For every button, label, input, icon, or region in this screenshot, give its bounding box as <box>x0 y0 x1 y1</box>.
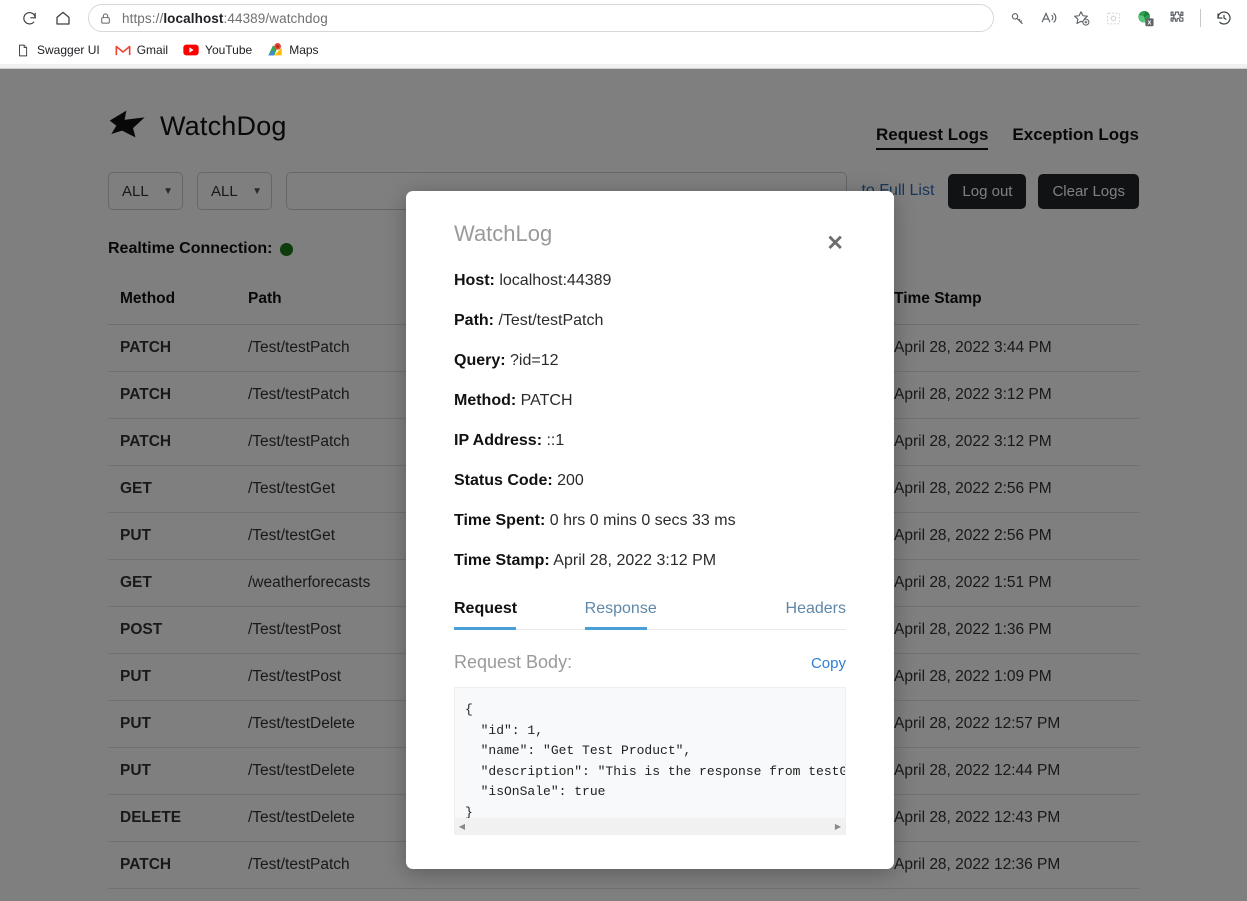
url-text: https://localhost:44389/watchdog <box>122 10 328 26</box>
maps-pin-icon <box>267 42 283 58</box>
modal-field-label: Time Stamp: <box>454 552 550 569</box>
bookmark-label: Maps <box>289 43 319 57</box>
copy-button[interactable]: Copy <box>811 655 846 672</box>
modal-title: WatchLog <box>454 221 553 246</box>
key-icon[interactable] <box>1002 4 1032 32</box>
modal-field-value: April 28, 2022 3:12 PM <box>549 552 717 569</box>
modal-field: Time Spent: 0 hrs 0 mins 0 secs 33 ms <box>454 512 846 530</box>
scroll-right-icon[interactable]: ▶ <box>831 822 845 831</box>
browser-chrome: https://localhost:44389/watchdog x Swagg… <box>0 0 1247 69</box>
modal-field: Status Code: 200 <box>454 472 846 490</box>
modal-field-value: ?id=12 <box>505 352 559 369</box>
request-body-label: Request Body: <box>454 652 573 672</box>
extension-globe-icon[interactable]: x <box>1130 4 1160 32</box>
split-screen-icon[interactable] <box>1098 4 1128 32</box>
request-body-row: Request Body: Copy <box>454 652 846 673</box>
bookmark-label: Gmail <box>136 43 169 57</box>
modal-field: Time Stamp: April 28, 2022 3:12 PM <box>454 552 846 570</box>
bookmarks-bar: Swagger UI Gmail YouTube Maps <box>0 36 1247 64</box>
toolbar-divider <box>1200 9 1201 27</box>
add-favorite-icon[interactable] <box>1066 4 1096 32</box>
modal-field-value: PATCH <box>516 392 573 409</box>
modal-field-label: Time Spent: <box>454 512 546 529</box>
read-aloud-icon[interactable] <box>1034 4 1064 32</box>
modal-field-label: IP Address: <box>454 432 543 449</box>
youtube-icon <box>183 42 199 58</box>
watchlog-detail-modal: WatchLog ✕ Host: localhost:44389 Path: /T… <box>406 191 894 869</box>
scrollbar-track[interactable] <box>469 819 831 833</box>
history-icon[interactable] <box>1209 4 1239 32</box>
document-icon <box>15 42 31 58</box>
svg-text:x: x <box>1147 19 1151 26</box>
toolbar-right-icons: x <box>1002 4 1239 32</box>
modal-field: Host: localhost:44389 <box>454 272 846 290</box>
modal-field-value: ::1 <box>542 432 565 449</box>
modal-field-value: 200 <box>552 472 584 489</box>
modal-detail-fields: Host: localhost:44389 Path: /Test/testPat… <box>454 272 846 570</box>
home-icon[interactable] <box>48 4 78 32</box>
tab-response[interactable]: Response <box>584 600 716 630</box>
gmail-icon <box>115 42 131 58</box>
scroll-left-icon[interactable]: ◀ <box>455 822 469 831</box>
bookmark-label: Swagger UI <box>37 43 100 57</box>
modal-field-label: Method: <box>454 392 517 409</box>
modal-field: Path: /Test/testPatch <box>454 312 846 330</box>
request-body-json: { "id": 1, "name": "Get Test Product", "… <box>465 702 846 820</box>
bookmark-swagger-ui[interactable]: Swagger UI <box>10 39 108 61</box>
modal-field-value: /Test/testPatch <box>494 312 604 329</box>
modal-tabs: Request Response Headers <box>454 600 846 630</box>
modal-field: IP Address: ::1 <box>454 432 846 450</box>
browser-toolbar: https://localhost:44389/watchdog x <box>0 0 1247 36</box>
modal-field-label: Status Code: <box>454 472 553 489</box>
modal-field-value: localhost:44389 <box>494 272 612 289</box>
modal-field-label: Query: <box>454 352 506 369</box>
reload-icon[interactable] <box>14 4 44 32</box>
extensions-puzzle-icon[interactable] <box>1162 4 1192 32</box>
modal-field-label: Path: <box>454 312 494 329</box>
tab-request[interactable]: Request <box>454 600 585 630</box>
bookmark-youtube[interactable]: YouTube <box>178 39 260 61</box>
modal-field-label: Host: <box>454 272 495 289</box>
bookmark-maps[interactable]: Maps <box>262 39 326 61</box>
modal-header: WatchLog ✕ <box>454 221 846 258</box>
code-horizontal-scrollbar[interactable]: ◀ ▶ <box>455 818 845 834</box>
address-bar[interactable]: https://localhost:44389/watchdog <box>88 4 994 32</box>
modal-field: Query: ?id=12 <box>454 352 846 370</box>
tab-headers[interactable]: Headers <box>715 600 846 629</box>
request-body-code-block[interactable]: { "id": 1, "name": "Get Test Product", "… <box>454 687 846 835</box>
modal-field-value: 0 hrs 0 mins 0 secs 33 ms <box>545 512 736 529</box>
page-viewport: WatchDog Request Logs Exception Logs ALL… <box>0 69 1247 901</box>
bookmark-gmail[interactable]: Gmail <box>110 39 176 61</box>
bookmark-label: YouTube <box>205 43 253 57</box>
modal-field: Method: PATCH <box>454 392 846 410</box>
lock-icon <box>99 12 112 25</box>
close-icon[interactable]: ✕ <box>824 229 846 258</box>
